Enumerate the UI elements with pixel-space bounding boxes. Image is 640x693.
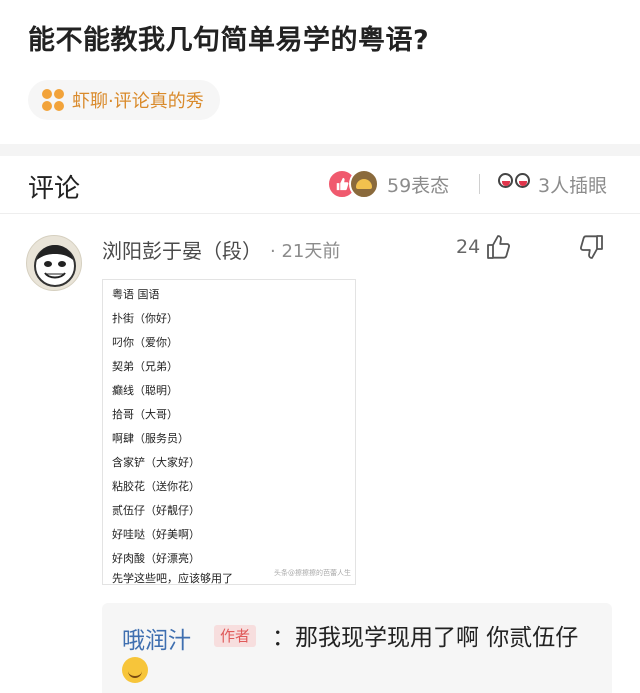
insert-eye-count: 3人插眼 <box>538 174 608 197</box>
thumbs-up-icon[interactable] <box>484 233 512 261</box>
comments-header: 评论 59表态 3人插眼 <box>0 156 640 214</box>
image-watermark: 头条@擦擦擦的芭蕾人生 <box>274 569 351 577</box>
image-line: 扑街（你好） <box>112 312 178 325</box>
comment-image[interactable]: 粤语 国语 扑街（你好） 叼你（爱你） 契弟（兄弟） 癫线（聪明） 拾哥（大哥）… <box>102 279 356 585</box>
image-line: 粘胶花（送你花） <box>112 480 200 493</box>
hat-reaction-icon <box>349 169 379 199</box>
section-divider <box>0 144 640 156</box>
comments-title: 评论 <box>28 174 81 204</box>
image-line: 叼你（爱你） <box>112 336 178 349</box>
reply-text: ：那我现学现用了啊 你贰伍仔 <box>272 625 579 651</box>
like-area[interactable]: 24 <box>456 233 512 261</box>
header-separator <box>479 174 480 194</box>
reactions-count: 59表态 <box>387 174 450 197</box>
comment-username[interactable]: 浏阳彭于晏（段） <box>102 235 262 264</box>
image-line: 含家铲（大家好） <box>112 456 200 469</box>
image-line: 契弟（兄弟） <box>112 360 178 373</box>
flower-icon <box>42 89 64 111</box>
image-line: 拾哥（大哥） <box>112 408 178 421</box>
image-line: 先学这些吧，应该够用了 <box>112 572 233 585</box>
reply-text-wrap: ：那我现学现用了啊 你贰伍仔 <box>122 621 592 689</box>
topic-tag-label: 虾聊·评论真的秀 <box>72 91 204 112</box>
like-count: 24 <box>456 236 481 258</box>
image-line: 贰伍仔（好靓仔） <box>112 504 200 517</box>
comment-timestamp: · 21天前 <box>270 241 341 262</box>
image-line: 粤语 国语 <box>112 288 160 301</box>
reply-box[interactable]: 哦润汁 作者 ：那我现学现用了啊 你贰伍仔 <box>102 603 612 693</box>
comment-item: 浏阳彭于晏（段） · 21天前 24 粤语 国语 扑街（你好） 叼你（爱你） 契… <box>0 215 640 693</box>
smile-emoji-icon <box>122 657 148 683</box>
image-line: 癫线（聪明） <box>112 384 178 397</box>
image-line: 好肉酸（好漂亮） <box>112 552 200 565</box>
image-line: 好哇哒（好美啊） <box>112 528 200 541</box>
insert-eye-summary[interactable]: 3人插眼 <box>498 168 607 200</box>
dislike-button[interactable] <box>578 233 606 265</box>
thumbs-down-icon <box>578 233 606 261</box>
topic-tag[interactable]: 虾聊·评论真的秀 <box>28 80 220 120</box>
question-title: 能不能教我几句简单易学的粤语? <box>28 25 430 56</box>
eyes-icon <box>498 170 530 198</box>
avatar[interactable] <box>26 235 82 291</box>
image-line: 啊肆（服务员） <box>112 432 189 445</box>
reactions-summary[interactable]: 59表态 <box>327 168 449 200</box>
